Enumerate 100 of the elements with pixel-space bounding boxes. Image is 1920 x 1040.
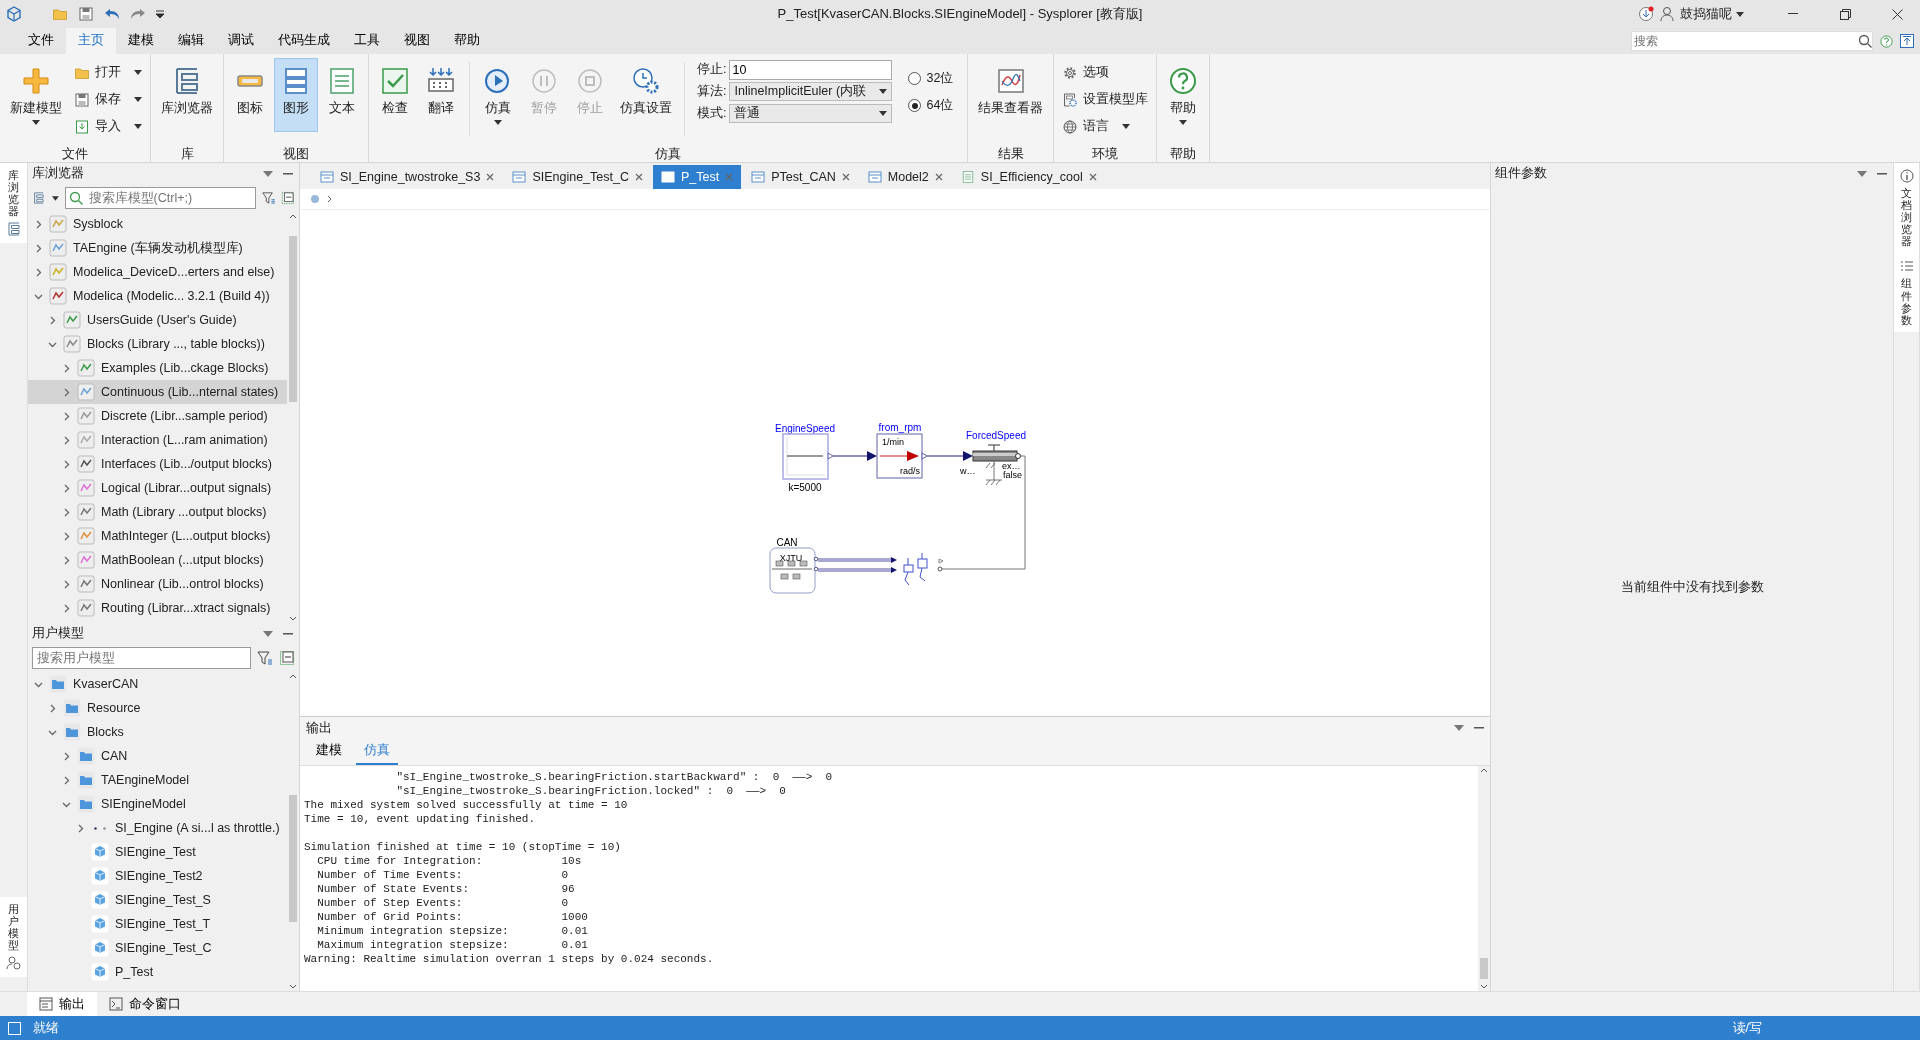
upload-icon[interactable]: [1900, 34, 1914, 48]
tree-item[interactable]: Math (Library ...output blocks): [28, 500, 287, 524]
chevron-right-icon[interactable]: [62, 387, 71, 397]
ribbon-button[interactable]: 语言: [1058, 114, 1153, 139]
ribbon-button[interactable]: 保存: [70, 87, 146, 112]
scrollbar[interactable]: [1478, 766, 1490, 991]
chevron-right-icon[interactable]: [62, 531, 71, 541]
scroll-thumb[interactable]: [289, 235, 297, 402]
tree-item[interactable]: Examples (Lib...ckage Blocks): [28, 356, 287, 380]
ribbon-button[interactable]: 库浏览器: [155, 58, 219, 132]
tree-item[interactable]: Interaction (L...ram animation): [28, 428, 287, 452]
ribbon-button[interactable]: 图标: [228, 58, 272, 132]
scroll-down-icon[interactable]: [288, 615, 298, 623]
tree-item[interactable]: SIEngine_Test: [28, 840, 287, 864]
scroll-up-icon[interactable]: [288, 672, 298, 680]
minimize-icon[interactable]: [1474, 727, 1484, 729]
filter-icon[interactable]: [257, 650, 273, 666]
menu-tab[interactable]: 建模: [116, 27, 166, 54]
menu-tab[interactable]: 代码生成: [266, 27, 342, 54]
scroll-thumb[interactable]: [1480, 957, 1488, 979]
filter-icon[interactable]: [261, 190, 276, 206]
dropdown-field[interactable]: InlineImplicitEuler (内联: [729, 82, 893, 101]
tree-item[interactable]: CAN: [28, 744, 287, 768]
ribbon-button[interactable]: 结果查看器: [972, 58, 1050, 132]
document-tab[interactable]: SI_Engine_twostroke_S3: [312, 165, 503, 189]
dropdown-field[interactable]: 普通: [729, 104, 893, 123]
search-field[interactable]: 搜索用户模型: [32, 647, 251, 669]
tree-item[interactable]: SIEngine_Test_C: [28, 936, 287, 960]
tree-item[interactable]: Blocks (Library ..., table blocks)): [28, 332, 287, 356]
tree-item[interactable]: Sysblock: [28, 212, 287, 236]
tree-item[interactable]: SIEngineModel: [28, 792, 287, 816]
download-icon[interactable]: [1638, 6, 1654, 22]
input-field[interactable]: 10: [729, 59, 893, 80]
tree-item[interactable]: Discrete (Libr...sample period): [28, 404, 287, 428]
chevron-right-icon[interactable]: [62, 555, 71, 565]
menu-tab[interactable]: 视图: [392, 27, 442, 54]
tree-item[interactable]: SIEngine_Test2: [28, 864, 287, 888]
tree-item[interactable]: Logical (Librar...output signals): [28, 476, 287, 500]
document-tab[interactable]: SIEngine_Test_C: [504, 165, 651, 189]
can-block[interactable]: [769, 547, 819, 594]
radio-button[interactable]: 64位: [908, 97, 954, 114]
undo-icon[interactable]: [104, 7, 120, 21]
ribbon-button[interactable]: 选项: [1058, 60, 1153, 85]
tree-item[interactable]: Continuous (Lib...nternal states): [28, 380, 287, 404]
ribbon-button[interactable]: 设置模型库: [1058, 87, 1153, 112]
document-tab[interactable]: PTest_CAN: [743, 165, 858, 189]
menu-tab[interactable]: 主页: [66, 27, 116, 54]
chevron-right-icon[interactable]: [326, 195, 334, 203]
search-field[interactable]: 搜索: [1632, 33, 1858, 49]
ribbon-button[interactable]: 导入: [70, 114, 146, 139]
scroll-down-icon[interactable]: [1479, 983, 1489, 991]
chevron-right-icon[interactable]: [48, 703, 57, 713]
dropdown-icon[interactable]: [263, 170, 273, 177]
chevron-right-icon[interactable]: [76, 823, 85, 833]
user-icon[interactable]: [1660, 6, 1676, 22]
tree-item[interactable]: Routing (Librar...xtract signals): [28, 596, 287, 620]
chevron-right-icon[interactable]: [62, 603, 71, 613]
ribbon-button[interactable]: 翻译: [419, 58, 463, 132]
tree-item[interactable]: TAEngineModel: [28, 768, 287, 792]
close-icon[interactable]: [841, 173, 850, 181]
document-tab[interactable]: P_Test: [652, 165, 742, 189]
chevron-right-icon[interactable]: [62, 507, 71, 517]
tree-item[interactable]: KvaserCAN: [28, 672, 287, 696]
close-icon[interactable]: [634, 173, 643, 181]
menu-tab[interactable]: 调试: [216, 27, 266, 54]
side-tab[interactable]: 用户模型: [0, 896, 27, 977]
tree-item[interactable]: Nonlinear (Lib...ontrol blocks): [28, 572, 287, 596]
scroll-thumb[interactable]: [289, 795, 297, 923]
document-tab[interactable]: Model2: [859, 165, 951, 189]
chevron-right-icon[interactable]: [62, 483, 71, 493]
side-tab[interactable]: 库浏览器: [0, 163, 27, 244]
tree-item[interactable]: SIEngine_Test_S: [28, 888, 287, 912]
dropdown-icon[interactable]: [1857, 170, 1867, 177]
chevron-right-icon[interactable]: [62, 411, 71, 421]
search-field[interactable]: 搜索库模型(Ctrl+;): [64, 187, 256, 209]
ribbon-button[interactable]: 新建模型: [4, 58, 68, 132]
chevron-right-icon[interactable]: [62, 459, 71, 469]
scroll-up-icon[interactable]: [288, 212, 298, 220]
tree-item[interactable]: Modelica (Modelic... 3.2.1 (Build 4)): [28, 284, 287, 308]
close-icon[interactable]: [934, 173, 943, 181]
tree-item[interactable]: TAEngine (车辆发动机模型库): [28, 236, 287, 260]
chevron-right-icon[interactable]: [62, 775, 71, 785]
scroll-up-icon[interactable]: [1479, 766, 1489, 774]
tree-item[interactable]: Resource: [28, 696, 287, 720]
tree-item[interactable]: MathBoolean (...utput blocks): [28, 548, 287, 572]
collapse-icon[interactable]: [281, 190, 295, 206]
redo-icon[interactable]: [130, 7, 146, 21]
conversion-block[interactable]: [876, 433, 928, 479]
menu-tab[interactable]: 文件: [16, 27, 66, 54]
user-name[interactable]: 鼓捣猫呢: [1680, 5, 1732, 23]
ribbon-button[interactable]: 打开: [70, 60, 146, 85]
tree-item[interactable]: MathInteger (L...output blocks): [28, 524, 287, 548]
scroll-down-icon[interactable]: [288, 983, 298, 991]
dropdown-icon[interactable]: [1454, 725, 1464, 731]
tree-item[interactable]: Modelica_DeviceD...erters and else): [28, 260, 287, 284]
menu-tab[interactable]: 编辑: [166, 27, 216, 54]
ribbon-button[interactable]: 文本: [320, 58, 364, 132]
minimize-icon[interactable]: [1877, 172, 1887, 175]
ribbon-button[interactable]: 检查: [373, 58, 417, 132]
chevron-right-icon[interactable]: [34, 267, 43, 277]
